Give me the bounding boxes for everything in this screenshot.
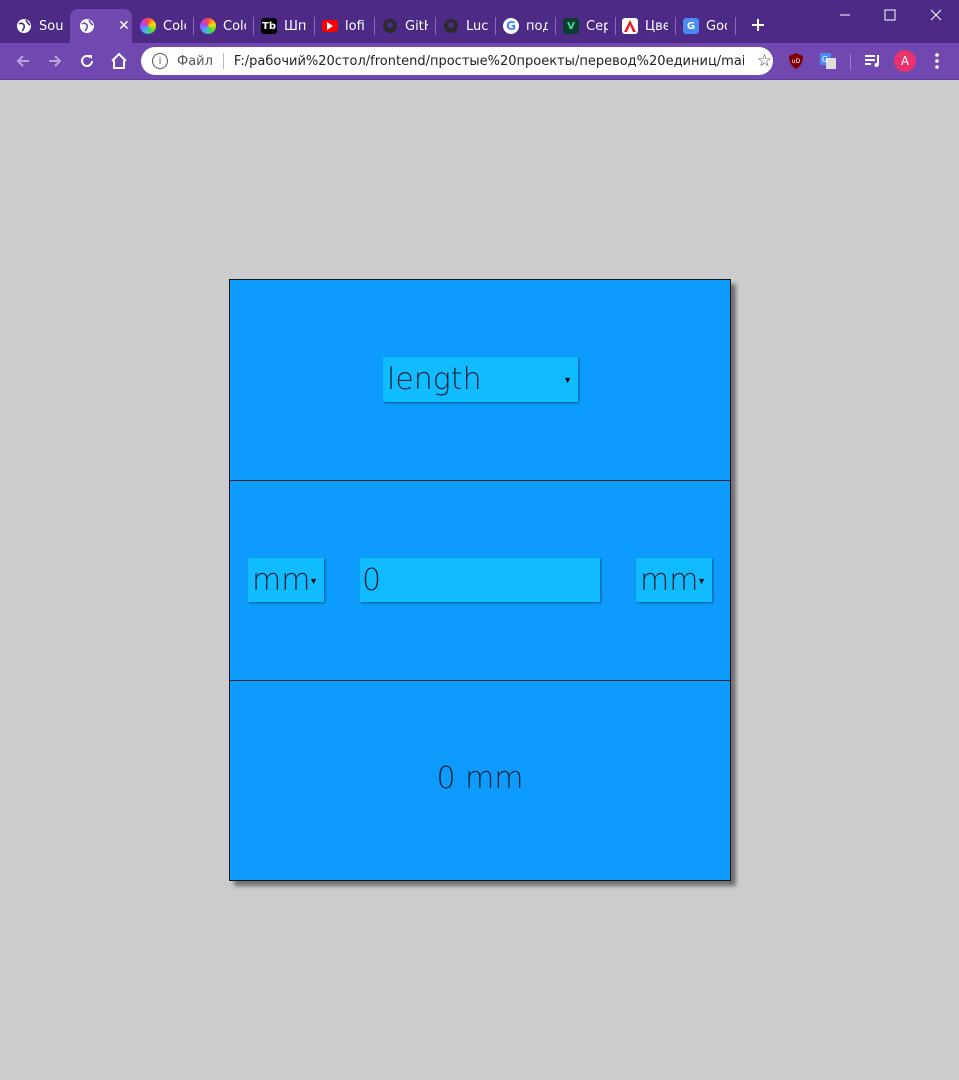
browser-toolbar: i Файл F:/рабочий%20стол/frontend/просты… bbox=[0, 43, 959, 79]
maximize-icon bbox=[884, 9, 896, 21]
reload-button[interactable] bbox=[73, 47, 101, 75]
dropdown-arrow-icon: ▼ bbox=[563, 376, 572, 386]
google-icon: G bbox=[503, 18, 519, 34]
plus-icon bbox=[752, 19, 764, 31]
tab-9[interactable]: V Сер bbox=[563, 9, 608, 43]
tab-11[interactable]: G Goo bbox=[683, 9, 727, 43]
forward-button[interactable] bbox=[41, 47, 69, 75]
color-wheel-icon bbox=[200, 18, 216, 34]
google-translate-icon: G bbox=[683, 18, 699, 34]
tab-1-active[interactable]: ✕ bbox=[70, 9, 132, 43]
tab-0[interactable]: Sou bbox=[16, 9, 64, 43]
translate-extension-icon[interactable]: G bbox=[817, 50, 839, 72]
globe-icon bbox=[16, 18, 32, 34]
ublock-extension-icon[interactable]: uD bbox=[785, 50, 807, 72]
tab-6[interactable]: GitH bbox=[382, 9, 428, 43]
address-bar[interactable]: i Файл F:/рабочий%20стол/frontend/просты… bbox=[141, 47, 773, 75]
home-icon bbox=[111, 52, 127, 69]
close-icon bbox=[930, 9, 942, 21]
color-wheel-icon bbox=[140, 18, 156, 34]
arrow-right-icon bbox=[49, 55, 62, 67]
tab-10[interactable]: Цве bbox=[622, 9, 668, 43]
profile-avatar[interactable]: A bbox=[894, 50, 916, 72]
value-input[interactable] bbox=[360, 558, 600, 602]
input-section: mm ▼ mm ▼ bbox=[230, 480, 730, 680]
address-divider bbox=[222, 53, 224, 69]
minimize-icon bbox=[840, 14, 850, 16]
github-icon bbox=[443, 18, 459, 34]
tab-3[interactable]: Colo bbox=[200, 9, 246, 43]
close-tab-icon[interactable]: ✕ bbox=[118, 18, 130, 34]
menu-kebab-icon[interactable] bbox=[926, 50, 948, 72]
category-section: length ▼ bbox=[230, 280, 730, 479]
back-button[interactable] bbox=[9, 47, 37, 75]
result-section: 0 mm bbox=[230, 680, 730, 880]
new-tab-button[interactable] bbox=[745, 11, 771, 39]
v-icon: V bbox=[563, 18, 579, 34]
info-icon[interactable]: i bbox=[152, 53, 168, 69]
dropdown-arrow-icon: ▼ bbox=[697, 577, 706, 587]
svg-text:G: G bbox=[822, 55, 828, 64]
category-select[interactable]: length ▼ bbox=[383, 357, 578, 402]
adobe-icon bbox=[622, 18, 638, 34]
arrow-left-icon bbox=[16, 55, 29, 67]
toolbar-divider bbox=[850, 54, 851, 70]
youtube-icon bbox=[322, 20, 338, 32]
dropdown-arrow-icon: ▼ bbox=[309, 577, 318, 587]
tab-2[interactable]: Colo bbox=[140, 9, 186, 43]
tab-8[interactable]: G под bbox=[503, 9, 548, 43]
tab-7[interactable]: Luci bbox=[443, 9, 488, 43]
result-text: 0 mm bbox=[436, 761, 524, 796]
tab-4[interactable]: Tb Шпа bbox=[261, 9, 307, 43]
bookmark-star-icon[interactable]: ☆ bbox=[757, 51, 772, 71]
from-unit-select[interactable]: mm ▼ bbox=[248, 558, 324, 602]
github-icon bbox=[382, 18, 398, 34]
tb-icon: Tb bbox=[261, 18, 277, 34]
svg-text:uD: uD bbox=[792, 58, 801, 65]
maximize-button[interactable] bbox=[867, 0, 913, 30]
tab-5[interactable]: lofi bbox=[322, 9, 366, 43]
unit-converter: length ▼ mm ▼ mm ▼ 0 mm bbox=[229, 279, 731, 881]
minimize-button[interactable] bbox=[822, 0, 868, 30]
close-window-button[interactable] bbox=[913, 0, 959, 30]
reload-icon bbox=[81, 54, 93, 67]
media-queue-icon[interactable] bbox=[862, 50, 884, 72]
home-button[interactable] bbox=[105, 47, 133, 75]
chrome-border bbox=[0, 79, 959, 80]
to-unit-value: mm bbox=[640, 562, 699, 598]
url-text[interactable]: F:/рабочий%20стол/frontend/простые%20про… bbox=[234, 54, 744, 69]
to-unit-select[interactable]: mm ▼ bbox=[636, 558, 712, 602]
scheme-label: Файл bbox=[177, 53, 213, 69]
category-select-value: length bbox=[387, 362, 482, 397]
tab-strip: Sou ✕ Colo Colo Tb Шпа lofi GitH bbox=[0, 0, 959, 43]
from-unit-value: mm bbox=[252, 562, 311, 598]
globe-icon bbox=[79, 18, 95, 34]
